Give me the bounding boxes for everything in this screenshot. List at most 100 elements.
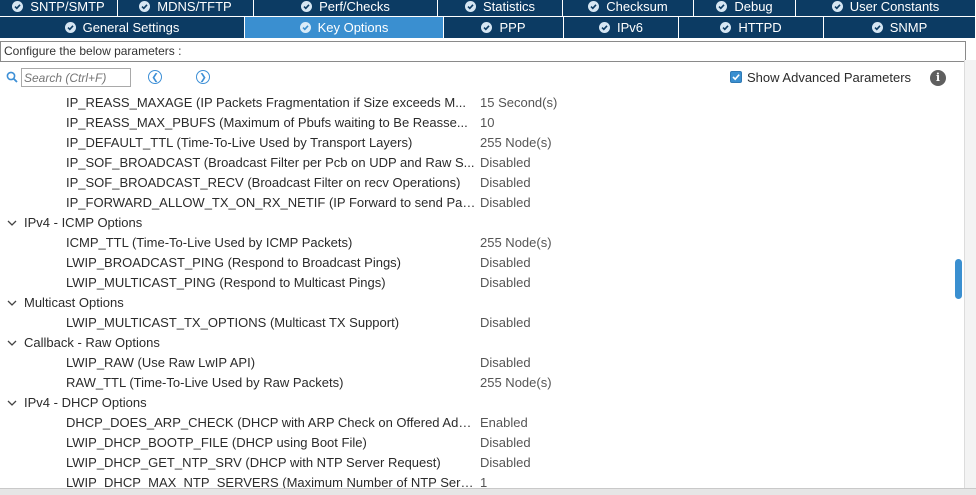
search-icon[interactable]	[6, 71, 18, 86]
tab-label: General Settings	[82, 20, 180, 35]
tab-label: Statistics	[482, 0, 535, 14]
parameter-row[interactable]: IP_REASS_MAXAGE (IP Packets Fragmentatio…	[0, 93, 952, 113]
parameter-row[interactable]: LWIP_DHCP_MAX_NTP_SERVERS (Maximum Numbe…	[0, 473, 952, 488]
check-circle-icon	[716, 1, 728, 12]
parameter-row[interactable]: LWIP_BROADCAST_PING (Respond to Broadcas…	[0, 253, 952, 273]
parameter-name: LWIP_BROADCAST_PING (Respond to Broadcas…	[66, 255, 401, 270]
parameter-name: LWIP_MULTICAST_TX_OPTIONS (Multicast TX …	[66, 315, 400, 330]
parameter-row[interactable]: IP_SOF_BROADCAST_RECV (Broadcast Filter …	[0, 173, 952, 193]
check-circle-icon	[598, 22, 610, 33]
parameter-row[interactable]: LWIP_DHCP_GET_NTP_SRV (DHCP with NTP Ser…	[0, 453, 952, 473]
parameter-name: IP_DEFAULT_TTL (Time-To-Live Used by Tra…	[66, 135, 413, 150]
tab-debug[interactable]: Debug	[694, 0, 796, 16]
group-header[interactable]: IPv4 - ICMP Options	[0, 213, 952, 233]
tab-label: SNTP/SMTP	[30, 0, 105, 14]
parameter-value[interactable]: Disabled	[480, 453, 531, 473]
show-advanced-checkbox[interactable]	[730, 71, 742, 83]
parameter-row[interactable]: IP_DEFAULT_TTL (Time-To-Live Used by Tra…	[0, 133, 952, 153]
parameter-value[interactable]: Disabled	[480, 253, 531, 273]
parameter-row[interactable]: RAW_TTL (Time-To-Live Used by Raw Packet…	[0, 373, 952, 393]
tab-label: MDNS/TFTP	[157, 0, 232, 14]
check-circle-icon	[720, 22, 732, 33]
tab-row-2: General Settings Key Options PPP IPv6 HT…	[0, 17, 976, 38]
check-circle-icon	[12, 1, 24, 12]
parameter-value[interactable]: 15 Second(s)	[480, 93, 557, 113]
tab-snmp[interactable]: SNMP	[824, 17, 976, 38]
parameter-name: LWIP_DHCP_GET_NTP_SRV (DHCP with NTP Ser…	[66, 455, 441, 470]
parameter-value[interactable]: Disabled	[480, 273, 531, 293]
check-circle-icon	[588, 1, 600, 12]
parameter-row[interactable]: LWIP_MULTICAST_TX_OPTIONS (Multicast TX …	[0, 313, 952, 333]
parameter-value[interactable]: Disabled	[480, 173, 531, 193]
parameter-name: IP_REASS_MAXAGE (IP Packets Fragmentatio…	[66, 95, 467, 110]
parameter-name: ICMP_TTL (Time-To-Live Used by ICMP Pack…	[66, 235, 353, 250]
tab-label: Checksum	[606, 0, 668, 14]
group-title: IPv4 - DHCP Options	[24, 395, 147, 410]
parameter-value[interactable]: Disabled	[480, 433, 531, 453]
tab-httpd[interactable]: HTTPD	[679, 17, 824, 38]
parameter-row[interactable]: ICMP_TTL (Time-To-Live Used by ICMP Pack…	[0, 233, 952, 253]
parameter-value[interactable]: 255 Node(s)	[480, 233, 552, 253]
tab-general-settings[interactable]: General Settings	[0, 17, 245, 38]
parameter-value[interactable]: Disabled	[480, 313, 531, 333]
tab-sntp-smtp[interactable]: SNTP/SMTP	[0, 0, 118, 16]
check-circle-icon	[464, 1, 476, 12]
show-advanced-label[interactable]: Show Advanced Parameters	[747, 70, 911, 85]
parameter-value[interactable]: 1	[480, 473, 487, 488]
check-circle-icon	[299, 22, 311, 33]
parameter-value[interactable]: 10	[480, 113, 494, 133]
parameter-name: IP_SOF_BROADCAST_RECV (Broadcast Filter …	[66, 175, 461, 190]
group-header[interactable]: Callback - Raw Options	[0, 333, 952, 353]
tab-label: PPP	[499, 20, 526, 35]
parameter-row[interactable]: IP_REASS_MAX_PBUFS (Maximum of Pbufs wai…	[0, 113, 952, 133]
tab-statistics[interactable]: Statistics	[438, 0, 563, 16]
group-header[interactable]: IPv4 - DHCP Options	[0, 393, 952, 413]
check-circle-icon	[139, 1, 151, 12]
chevron-right-circle-icon[interactable]: ❯	[196, 70, 210, 84]
tab-checksum[interactable]: Checksum	[563, 0, 694, 16]
tab-key-options[interactable]: Key Options	[245, 17, 444, 38]
check-circle-icon	[871, 22, 883, 33]
parameter-value[interactable]: Disabled	[480, 153, 531, 173]
tab-user-constants[interactable]: User Constants	[796, 0, 976, 16]
group-title: IPv4 - ICMP Options	[24, 215, 143, 230]
description-bar: Configure the below parameters :	[0, 41, 966, 62]
parameter-value[interactable]: Enabled	[480, 413, 528, 433]
tab-label: Debug	[734, 0, 773, 14]
check-circle-icon	[481, 22, 493, 33]
parameter-row[interactable]: LWIP_MULTICAST_PING (Respond to Multicas…	[0, 273, 952, 293]
parameter-row[interactable]: IP_SOF_BROADCAST (Broadcast Filter per P…	[0, 153, 952, 173]
parameter-name: RAW_TTL (Time-To-Live Used by Raw Packet…	[66, 375, 344, 390]
scrollbar-thumb[interactable]	[955, 259, 962, 299]
info-icon[interactable]: i	[930, 70, 946, 86]
parameter-value[interactable]: Disabled	[480, 193, 531, 213]
search-input[interactable]	[21, 68, 131, 87]
tab-perf-checks[interactable]: Perf/Checks	[254, 0, 438, 16]
group-header[interactable]: Multicast Options	[0, 293, 952, 313]
parameter-name: LWIP_DHCP_BOOTP_FILE (DHCP using Boot Fi…	[66, 435, 367, 450]
tab-label: SNMP	[889, 20, 928, 35]
tab-label: Key Options	[317, 20, 389, 35]
parameter-name: LWIP_RAW (Use Raw LwIP API)	[66, 355, 256, 370]
tab-label: Perf/Checks	[319, 0, 390, 14]
tab-label: User Constants	[849, 0, 940, 14]
parameter-row[interactable]: IP_FORWARD_ALLOW_TX_ON_RX_NETIF (IP Forw…	[0, 193, 952, 213]
parameter-name: LWIP_DHCP_MAX_NTP_SERVERS (Maximum Numbe…	[66, 475, 476, 488]
group-title: Callback - Raw Options	[24, 335, 160, 350]
parameter-value[interactable]: 255 Node(s)	[480, 373, 552, 393]
chevron-left-circle-icon[interactable]: ❮	[148, 70, 162, 84]
parameter-name: DHCP_DOES_ARP_CHECK (DHCP with ARP Check…	[66, 415, 476, 430]
tab-ipv6[interactable]: IPv6	[564, 17, 679, 38]
tab-label: IPv6	[616, 20, 643, 35]
group-title: Multicast Options	[24, 295, 124, 310]
parameter-value[interactable]: 255 Node(s)	[480, 133, 552, 153]
parameter-name: LWIP_MULTICAST_PING (Respond to Multicas…	[66, 275, 386, 290]
tab-mdns-tftp[interactable]: MDNS/TFTP	[118, 0, 254, 16]
parameter-row[interactable]: LWIP_DHCP_BOOTP_FILE (DHCP using Boot Fi…	[0, 433, 952, 453]
tab-ppp[interactable]: PPP	[444, 17, 564, 38]
parameter-value[interactable]: Disabled	[480, 353, 531, 373]
parameter-row[interactable]: DHCP_DOES_ARP_CHECK (DHCP with ARP Check…	[0, 413, 952, 433]
panel-edge	[964, 60, 976, 488]
parameter-row[interactable]: LWIP_RAW (Use Raw LwIP API) Disabled	[0, 353, 952, 373]
parameter-name: IP_FORWARD_ALLOW_TX_ON_RX_NETIF (IP Forw…	[66, 195, 476, 210]
